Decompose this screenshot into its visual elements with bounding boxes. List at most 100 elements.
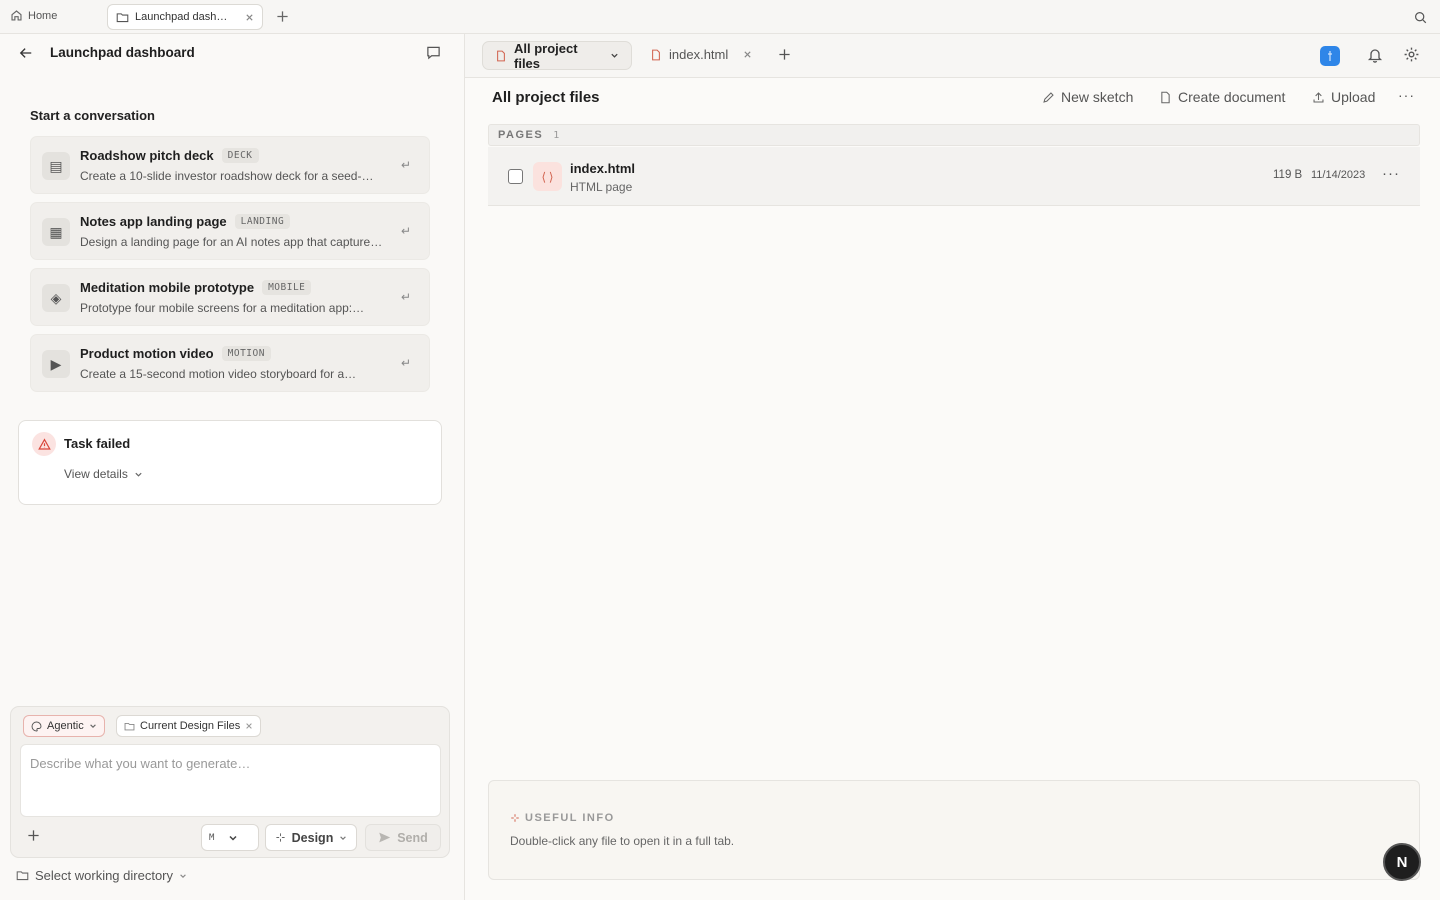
home-icon xyxy=(10,9,23,22)
user-avatar[interactable] xyxy=(1320,46,1340,66)
enter-icon: ↵ xyxy=(401,290,412,304)
file-row[interactable]: ⟨⟩ index.html HTML page 119 B 11/14/2023… xyxy=(488,147,1420,206)
send-icon xyxy=(378,831,391,844)
mode-dropdown[interactable]: Agentic xyxy=(23,715,105,737)
sparkle-icon xyxy=(510,813,520,823)
chat-bubble-icon[interactable] xyxy=(426,45,441,60)
suggestion-description: Create a 10-slide investor roadshow deck… xyxy=(80,169,374,183)
file-more-button[interactable]: ··· xyxy=(1382,165,1400,182)
tab-label: All project files xyxy=(514,40,578,71)
tab-all-project-files[interactable]: All project files xyxy=(482,40,632,71)
gear-icon[interactable] xyxy=(1403,46,1420,63)
search-icon[interactable] xyxy=(1414,11,1427,24)
assistant-fab[interactable]: N xyxy=(1383,843,1421,881)
folder-icon xyxy=(124,721,135,732)
suggestion-card-meditation-prototype[interactable]: ◈ Meditation mobile prototype MOBILE Prot… xyxy=(30,268,430,326)
bell-icon[interactable] xyxy=(1367,47,1383,63)
close-tab-icon[interactable] xyxy=(245,13,254,22)
grid-icon: ▦ xyxy=(42,218,70,246)
send-label: Send xyxy=(397,830,428,845)
context-chip-label: Current Design Files xyxy=(140,720,241,732)
new-window-tab-icon[interactable] xyxy=(276,10,289,23)
project-title: Launchpad dashboard xyxy=(50,45,195,60)
suggestion-tag: DECK xyxy=(221,148,259,163)
start-conversation-label: Start a conversation xyxy=(30,108,155,123)
prompt-input[interactable]: Describe what you want to generate… xyxy=(20,744,441,817)
slides-icon: ▤ xyxy=(42,152,70,180)
file-type: HTML page xyxy=(570,180,633,194)
home-tab-label: Home xyxy=(28,9,58,22)
window-tab-bar: Home Launchpad dash… xyxy=(0,0,1440,34)
suggestion-title: Notes app landing page xyxy=(80,214,227,229)
working-directory-selector[interactable]: Select working directory xyxy=(16,868,187,883)
close-tab-icon[interactable] xyxy=(743,50,752,59)
file-name: index.html xyxy=(570,161,636,176)
composer: Agentic Current Design Files Describe wh… xyxy=(10,706,450,858)
view-details-toggle[interactable]: View details xyxy=(64,467,143,481)
useful-info-text: Double-click any file to open it in a fu… xyxy=(510,834,735,848)
task-failed-card: Task failed View details xyxy=(18,420,442,505)
palette-icon xyxy=(31,721,42,732)
suggestion-description: Prototype four mobile screens for a medi… xyxy=(80,301,365,315)
more-actions-button[interactable]: ··· xyxy=(1398,87,1415,103)
model-dropdown[interactable]: M xyxy=(201,824,259,851)
suggestion-description: Create a 15-second motion video storyboa… xyxy=(80,367,357,381)
pencil-icon xyxy=(1042,91,1055,104)
pages-group-header[interactable]: PAGES 1 xyxy=(488,124,1420,146)
design-mode-label: Design xyxy=(291,830,334,845)
folder-icon xyxy=(16,869,29,882)
add-attachment-icon[interactable] xyxy=(27,829,40,842)
suggestion-tag: MOBILE xyxy=(262,280,312,295)
pages-count: 1 xyxy=(553,129,560,141)
new-sketch-button[interactable]: New sketch xyxy=(1042,89,1133,105)
chevron-down-icon xyxy=(339,834,347,842)
remove-chip-icon[interactable] xyxy=(245,722,253,730)
new-tab-icon[interactable] xyxy=(778,48,791,61)
sparkle-icon xyxy=(275,832,286,843)
document-icon xyxy=(1159,91,1172,104)
tab-index-html[interactable]: index.html xyxy=(650,47,752,62)
suggestion-tag: LANDING xyxy=(234,214,291,229)
file-checkbox[interactable] xyxy=(508,169,523,184)
file-icon xyxy=(495,50,507,62)
create-document-button[interactable]: Create document xyxy=(1159,89,1285,105)
active-window-tab-label: Launchpad dash… xyxy=(135,11,228,23)
enter-icon: ↵ xyxy=(401,356,412,370)
create-document-label: Create document xyxy=(1178,89,1286,105)
back-arrow-icon[interactable] xyxy=(19,46,33,60)
active-window-tab[interactable]: Launchpad dash… xyxy=(107,4,263,30)
upload-label: Upload xyxy=(1331,89,1376,105)
chevron-down-icon xyxy=(89,722,97,730)
folder-icon xyxy=(116,11,129,24)
new-sketch-label: New sketch xyxy=(1061,89,1134,105)
model-label: M xyxy=(209,832,215,843)
upload-button[interactable]: Upload xyxy=(1312,89,1375,105)
warning-icon xyxy=(32,432,56,456)
suggestion-title: Product motion video xyxy=(80,346,214,361)
useful-info-label: USEFUL INFO xyxy=(525,812,615,824)
pages-label: PAGES xyxy=(498,129,544,141)
design-mode-dropdown[interactable]: Design xyxy=(265,824,357,851)
file-icon xyxy=(650,49,662,61)
chat-panel: Launchpad dashboard Start a conversation… xyxy=(0,34,465,900)
suggestion-list: ▤ Roadshow pitch deck DECK Create a 10-sl… xyxy=(30,136,430,400)
tab-label: index.html xyxy=(669,47,729,62)
chevron-down-icon xyxy=(179,872,187,880)
file-tab-bar: All project files index.html xyxy=(465,34,1440,78)
enter-icon: ↵ xyxy=(401,158,412,172)
chevron-down-icon xyxy=(610,51,619,60)
working-directory-label: Select working directory xyxy=(35,868,173,883)
suggestion-title: Roadshow pitch deck xyxy=(80,148,214,163)
html-file-icon: ⟨⟩ xyxy=(533,162,562,191)
file-date: 11/14/2023 xyxy=(1311,169,1366,181)
mode-label: Agentic xyxy=(47,720,84,732)
file-size: 119 B xyxy=(1273,169,1303,181)
home-tab[interactable]: Home xyxy=(10,9,57,22)
suggestion-card-notes-landing[interactable]: ▦ Notes app landing page LANDING Design a… xyxy=(30,202,430,260)
context-chip[interactable]: Current Design Files xyxy=(116,715,262,737)
suggestion-card-roadshow-deck[interactable]: ▤ Roadshow pitch deck DECK Create a 10-sl… xyxy=(30,136,430,194)
section-title: All project files xyxy=(492,89,600,106)
send-button[interactable]: Send xyxy=(365,824,441,851)
suggestion-card-motion-video[interactable]: ▶ Product motion video MOTION Create a 15… xyxy=(30,334,430,392)
suggestion-tag: MOTION xyxy=(221,346,271,361)
